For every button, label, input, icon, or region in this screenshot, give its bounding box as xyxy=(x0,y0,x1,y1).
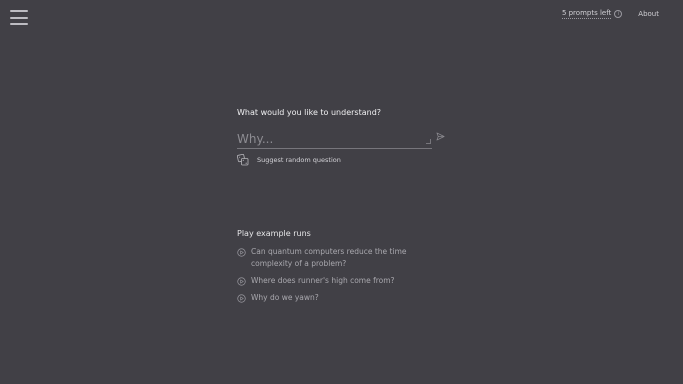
example-run-item[interactable]: Can quantum computers reduce the time co… xyxy=(237,246,437,270)
resize-handle-icon[interactable] xyxy=(426,139,431,144)
menu-bar-1 xyxy=(10,10,28,12)
menu-bar-2 xyxy=(10,16,28,19)
about-link[interactable]: About xyxy=(638,10,659,18)
send-icon[interactable] xyxy=(436,132,445,141)
suggest-random-label: Suggest random question xyxy=(257,156,341,164)
question-input-row xyxy=(237,128,452,150)
example-run-label: Where does runner's high come from? xyxy=(251,276,395,285)
example-run-item[interactable]: Why do we yawn? xyxy=(237,292,437,304)
prompts-left-label[interactable]: 5 prompts left xyxy=(561,9,612,19)
play-circle-icon xyxy=(237,248,246,257)
play-circle-icon xyxy=(237,294,246,303)
question-input[interactable] xyxy=(237,130,432,149)
menu-bar-3 xyxy=(10,23,28,25)
play-circle-icon xyxy=(237,277,246,286)
prompts-left-indicator[interactable]: 5 prompts left i xyxy=(561,9,623,19)
info-icon[interactable]: i xyxy=(614,10,623,18)
app-page: 5 prompts left i About What would you li… xyxy=(0,0,683,384)
topbar-right: 5 prompts left i About xyxy=(561,9,659,19)
example-run-item[interactable]: Where does runner's high come from? xyxy=(237,275,437,287)
question-panel: What would you like to understand? Sugge… xyxy=(237,108,452,166)
dice-icon xyxy=(237,154,249,166)
prompt-title: What would you like to understand? xyxy=(237,108,382,117)
example-run-label: Why do we yawn? xyxy=(251,293,319,302)
suggest-random-button[interactable]: Suggest random question xyxy=(237,154,452,166)
example-run-label: Can quantum computers reduce the time co… xyxy=(251,247,407,268)
example-runs-section: Play example runs Can quantum computers … xyxy=(237,229,437,309)
examples-title: Play example runs xyxy=(237,229,311,238)
hamburger-menu-icon[interactable] xyxy=(10,10,28,25)
